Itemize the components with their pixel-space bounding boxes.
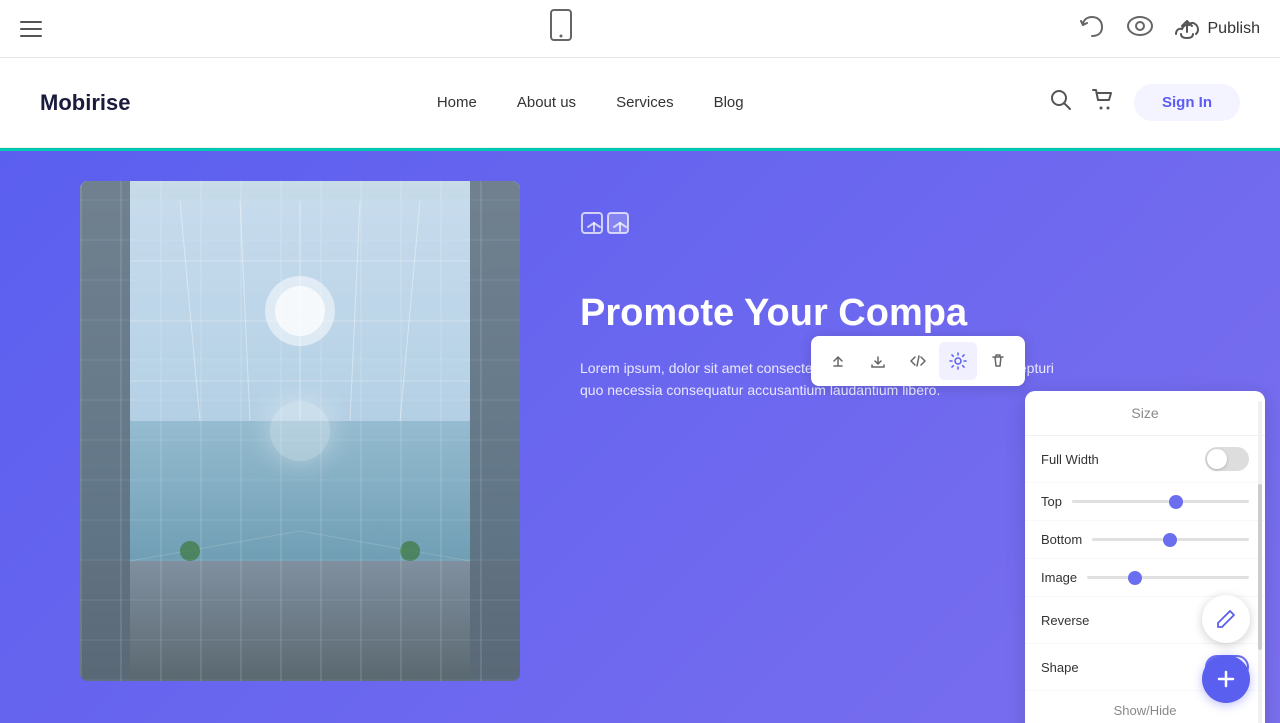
- full-width-row: Full Width: [1025, 436, 1265, 483]
- move-up-button[interactable]: [819, 342, 857, 380]
- code-button[interactable]: [899, 342, 937, 380]
- toolbar-right: Publish: [1080, 15, 1260, 43]
- sign-in-button[interactable]: Sign In: [1134, 84, 1240, 121]
- nav-blog[interactable]: Blog: [714, 94, 744, 111]
- hero-title: Promote Your Compa: [580, 291, 1080, 337]
- building-graphic: [80, 181, 520, 681]
- full-width-label: Full Width: [1041, 452, 1099, 467]
- top-row: Top: [1025, 483, 1265, 521]
- image-slider[interactable]: [1087, 576, 1249, 579]
- full-width-toggle[interactable]: [1205, 447, 1249, 471]
- panel-scrollbar-thumb: [1258, 484, 1262, 650]
- nav-about-us[interactable]: About us: [517, 94, 576, 111]
- reverse-label: Reverse: [1041, 613, 1089, 628]
- hero-box-icon: [580, 211, 1080, 271]
- shape-label: Shape: [1041, 660, 1079, 675]
- hero-image: [80, 181, 520, 681]
- bottom-row: Bottom: [1025, 521, 1265, 559]
- bottom-slider[interactable]: [1092, 538, 1249, 541]
- panel-scrollbar[interactable]: [1258, 401, 1262, 723]
- download-button[interactable]: [859, 342, 897, 380]
- section-toolbar: [811, 336, 1025, 386]
- top-toolbar: Publish: [0, 0, 1280, 58]
- undo-icon[interactable]: [1080, 15, 1106, 43]
- content-border: [0, 148, 1280, 151]
- site-header: Mobirise Home About us Services Blog Sig…: [0, 58, 1280, 148]
- hero-section: Promote Your Compa Lorem ipsum, dolor si…: [0, 151, 1280, 723]
- top-slider[interactable]: [1072, 500, 1249, 503]
- top-label: Top: [1041, 494, 1062, 509]
- site-header-right: Sign In: [1050, 84, 1240, 121]
- publish-button[interactable]: Publish: [1174, 18, 1260, 40]
- mobile-view-icon[interactable]: [549, 9, 573, 48]
- site-nav: Home About us Services Blog: [437, 94, 744, 111]
- size-section-title: Size: [1025, 391, 1265, 436]
- settings-button[interactable]: [939, 342, 977, 380]
- nav-services[interactable]: Services: [616, 94, 674, 111]
- hamburger-menu-icon[interactable]: [20, 21, 42, 37]
- image-row: Image: [1025, 559, 1265, 597]
- image-label: Image: [1041, 570, 1077, 585]
- bottom-label: Bottom: [1041, 532, 1082, 547]
- toolbar-center: [549, 9, 573, 48]
- search-icon[interactable]: [1050, 89, 1072, 117]
- delete-button[interactable]: [979, 342, 1017, 380]
- add-fab-button[interactable]: [1202, 655, 1250, 703]
- site-logo: Mobirise: [40, 90, 130, 116]
- preview-icon[interactable]: [1126, 15, 1154, 43]
- publish-label: Publish: [1208, 20, 1260, 38]
- nav-home[interactable]: Home: [437, 94, 477, 111]
- toolbar-left: [20, 21, 42, 37]
- cart-icon[interactable]: [1092, 89, 1114, 117]
- edit-fab-button[interactable]: [1202, 595, 1250, 643]
